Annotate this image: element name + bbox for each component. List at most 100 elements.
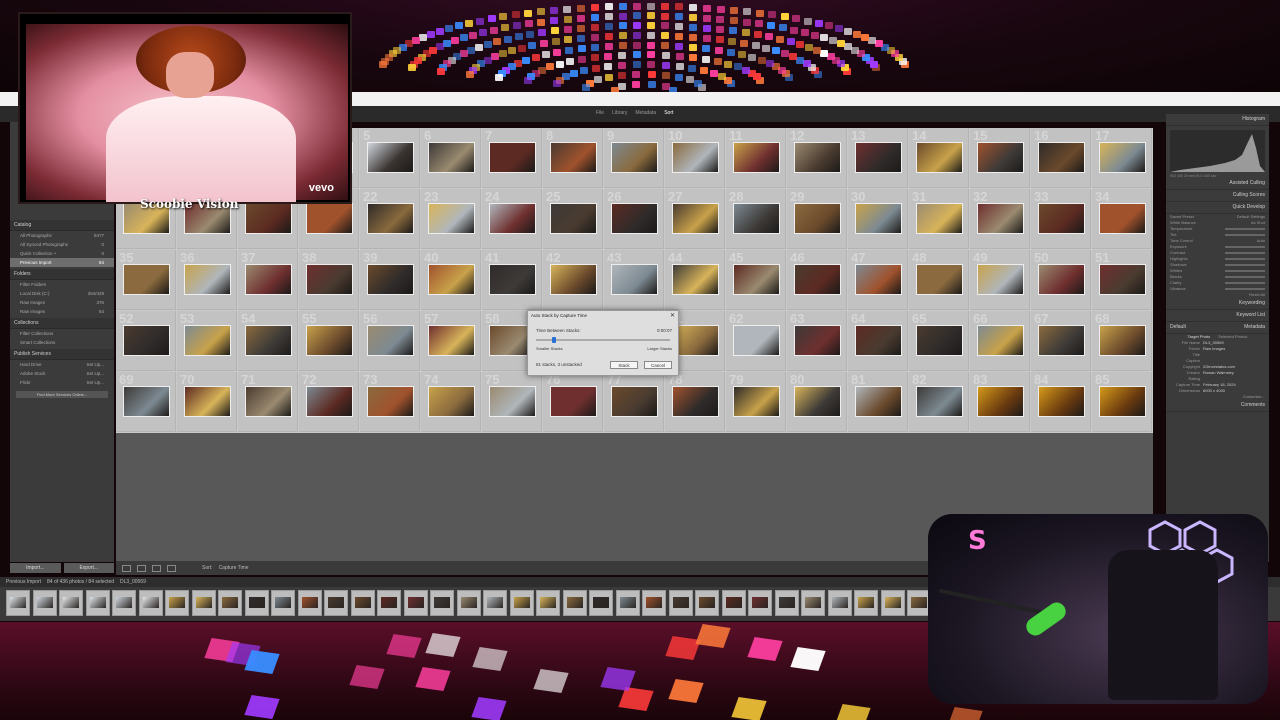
filmstrip-thumb[interactable] — [805, 597, 821, 608]
filmstrip-cell[interactable] — [642, 590, 666, 616]
filmstrip-cell[interactable] — [536, 590, 560, 616]
photo-thumbnail[interactable] — [1099, 203, 1146, 234]
sidebar-item[interactable]: All Synced Photographs 0 — [10, 240, 114, 249]
grid-cell[interactable]: 69 — [116, 372, 176, 432]
grid-cell[interactable]: 66 — [970, 311, 1030, 371]
filmstrip-cell[interactable] — [854, 590, 878, 616]
photo-thumbnail[interactable] — [489, 386, 536, 417]
filmstrip-cell[interactable] — [721, 590, 746, 616]
grid-cell[interactable]: 29 — [787, 189, 847, 249]
photo-thumbnail[interactable] — [367, 142, 414, 173]
filmstrip-thumb[interactable] — [169, 597, 185, 608]
photo-thumbnail[interactable] — [733, 386, 780, 417]
photo-thumbnail[interactable] — [672, 325, 719, 356]
filmstrip-cell[interactable] — [244, 590, 269, 616]
tone-slider[interactable] — [1225, 264, 1265, 266]
filmstrip-thumb[interactable] — [328, 597, 344, 608]
photo-thumbnail[interactable] — [1038, 325, 1085, 356]
filmstrip-thumb[interactable] — [248, 597, 265, 608]
photo-thumbnail[interactable] — [855, 142, 902, 173]
sidebar-item[interactable]: Quick Collection + 0 — [10, 249, 114, 258]
filmstrip-cell[interactable] — [483, 590, 507, 616]
photo-thumbnail[interactable] — [1038, 264, 1085, 295]
grid-cell[interactable]: 41 — [482, 250, 542, 310]
filmstrip-cell[interactable] — [774, 590, 799, 616]
photo-thumbnail[interactable] — [184, 386, 231, 417]
photo-thumbnail[interactable] — [672, 264, 719, 295]
metadata-value[interactable]: Rowan Walmsley — [1203, 370, 1234, 376]
grid-cell[interactable]: 32 — [970, 189, 1030, 249]
grid-cell[interactable]: 33 — [1031, 189, 1091, 249]
filmstrip-cell[interactable] — [403, 590, 428, 616]
grid-cell[interactable]: 26 — [604, 189, 664, 249]
grid-cell[interactable]: 5 — [360, 128, 420, 188]
grid-cell[interactable]: 28 — [726, 189, 786, 249]
grid-cell[interactable]: 25 — [543, 189, 603, 249]
grid-cell[interactable]: 81 — [848, 372, 908, 432]
grid-cell[interactable]: 9 — [604, 128, 664, 188]
keyword-list-header[interactable]: Keyword List — [1166, 310, 1269, 322]
photo-thumbnail[interactable] — [611, 386, 658, 417]
filmstrip-thumb[interactable] — [36, 597, 53, 608]
photo-thumbnail[interactable] — [977, 325, 1024, 356]
sidebar-item[interactable]: Filter Collections — [10, 329, 114, 338]
grid-cell[interactable]: 70 — [177, 372, 237, 432]
sidebar-item[interactable]: Adobe Stock Set Up... — [10, 369, 114, 378]
tone-slider[interactable] — [1225, 282, 1265, 284]
filmstrip-thumb[interactable] — [513, 597, 530, 608]
photo-thumbnail[interactable] — [306, 264, 353, 295]
tint-slider[interactable] — [1225, 234, 1265, 236]
photo-thumbnail[interactable] — [916, 142, 963, 173]
filmstrip-thumb[interactable] — [540, 597, 556, 608]
find-more-services-button[interactable]: Find More Services Online... — [16, 391, 108, 398]
grid-cell[interactable]: 73 — [360, 372, 420, 432]
filmstrip-cell[interactable] — [801, 590, 825, 616]
stack-time-slider[interactable] — [536, 337, 670, 343]
tone-slider[interactable] — [1225, 258, 1265, 260]
photo-thumbnail[interactable] — [428, 325, 475, 356]
photo-thumbnail[interactable] — [733, 325, 780, 356]
photo-thumbnail[interactable] — [550, 264, 597, 295]
compare-view-icon[interactable] — [152, 564, 161, 572]
grid-cell[interactable]: 34 — [1092, 189, 1152, 249]
metadata-header[interactable]: Default Metadata — [1166, 322, 1269, 334]
cancel-button[interactable]: Cancel — [644, 361, 672, 369]
photo-thumbnail[interactable] — [977, 264, 1024, 295]
publish-services-header[interactable]: Publish Services — [10, 349, 114, 360]
grid-cell[interactable]: 30 — [848, 189, 908, 249]
photo-thumbnail[interactable] — [611, 264, 658, 295]
export-button[interactable]: Export... — [63, 563, 114, 573]
photo-thumbnail[interactable] — [855, 386, 902, 417]
photo-thumbnail[interactable] — [428, 203, 475, 234]
grid-cell[interactable]: 36 — [177, 250, 237, 310]
survey-view-icon[interactable] — [167, 564, 176, 572]
grid-cell[interactable]: 71 — [238, 372, 298, 432]
filmstrip-cell[interactable] — [827, 590, 852, 616]
quick-develop-header[interactable]: Quick Develop — [1166, 202, 1269, 214]
photo-thumbnail[interactable] — [977, 386, 1024, 417]
grid-cell[interactable]: 38 — [299, 250, 359, 310]
grid-cell[interactable]: 77 — [604, 372, 664, 432]
grid-cell[interactable]: 62 — [726, 311, 786, 371]
grid-cell[interactable]: 65 — [909, 311, 969, 371]
grid-cell[interactable]: 40 — [421, 250, 481, 310]
filmstrip-cell[interactable] — [165, 590, 189, 616]
module-tab[interactable]: Sort — [664, 110, 673, 116]
photo-thumbnail[interactable] — [123, 264, 170, 295]
photo-thumbnail[interactable] — [916, 386, 963, 417]
photo-thumbnail[interactable] — [1038, 203, 1085, 234]
photo-thumbnail[interactable] — [245, 386, 292, 417]
photo-thumbnail[interactable] — [1099, 386, 1146, 417]
time-between-value[interactable]: 0:00:07 — [657, 328, 672, 333]
comments-header[interactable]: Comments — [1166, 400, 1269, 412]
photo-thumbnail[interactable] — [184, 325, 231, 356]
sidebar-item[interactable]: Filter Folders — [10, 280, 114, 289]
photo-thumbnail[interactable] — [123, 386, 170, 417]
photo-thumbnail[interactable] — [550, 386, 597, 417]
filmstrip-thumb[interactable] — [222, 597, 238, 608]
grid-cell[interactable]: 76 — [543, 372, 603, 432]
filmstrip-thumb[interactable] — [434, 597, 450, 608]
grid-view-icon[interactable] — [122, 564, 131, 572]
photo-thumbnail[interactable] — [794, 325, 841, 356]
filmstrip-cell[interactable] — [748, 590, 772, 616]
